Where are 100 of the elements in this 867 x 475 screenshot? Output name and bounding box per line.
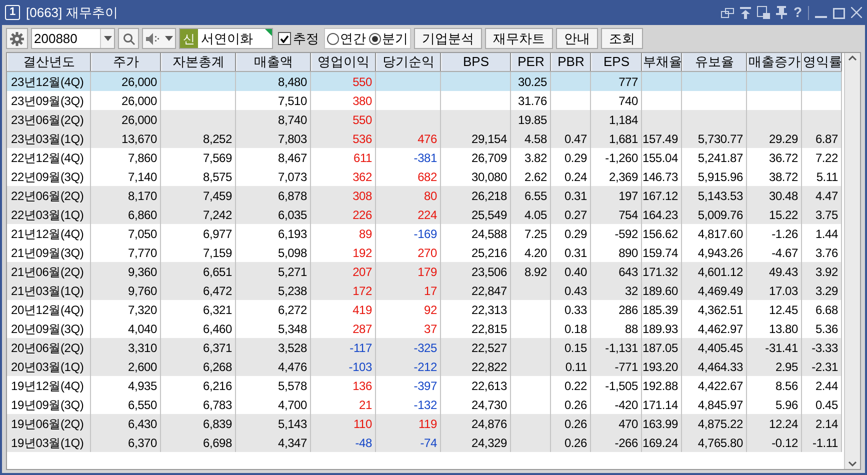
table-cell-text: 169.24 [642, 434, 678, 452]
table-row[interactable]: 19년06월(2Q) 6,430 6,839 5,143 110 119 24,876 0.26 470 163.99 4,875.22 12.24 2.14 [7, 414, 842, 433]
column-header[interactable]: 주가 [91, 53, 161, 71]
table-cell-text: 2.44 [815, 378, 838, 394]
toolbar-button[interactable]: 기업분석 [414, 28, 482, 49]
table-row[interactable]: 22년06월(2Q) 8,170 7,459 6,878 308 80 26,218 6.55 0.31 197 167.12 5,143.53 30.48 4.47 [7, 186, 842, 205]
table-cell-text: 23년09월(3Q) [11, 92, 84, 110]
scroll-up-icon[interactable] [848, 55, 857, 61]
scroll-down-icon[interactable] [848, 461, 857, 467]
column-header[interactable]: 결산년도 [7, 53, 91, 71]
table-cell-text: 0.43 [564, 282, 587, 300]
column-header[interactable]: EPS [591, 53, 642, 71]
maximize-icon[interactable] [833, 6, 845, 18]
table-cell-text: 5,238 [278, 282, 307, 300]
table-cell-text: 49.43 [768, 264, 798, 280]
table-cell-text: 7,140 [128, 168, 157, 186]
table-cell-text: 22년09월(3Q) [11, 168, 84, 186]
lock-window-icon[interactable] [757, 6, 770, 19]
table-cell-text: 286 [618, 302, 638, 318]
table-row[interactable]: 20년06월(2Q) 3,310 6,371 3,528 -117 -325 22,527 0.15 -1,131 187.05 4,405.45 -31.41 -3.33 [7, 338, 842, 357]
caret-icon [165, 36, 173, 41]
top-arrow-icon[interactable] [740, 6, 752, 18]
table-cell-text: 0.45 [815, 396, 838, 414]
table-cell-text: 6,430 [128, 416, 157, 432]
table-cell-text: 5,143 [278, 416, 307, 432]
column-header[interactable]: 자본총계 [161, 53, 236, 71]
table-cell-text: 23년06월(2Q) [11, 112, 84, 128]
table-cell-text: 5.96 [775, 396, 798, 414]
table-cell-text: 740 [618, 92, 638, 110]
table-cell-text: 2.14 [815, 416, 838, 432]
table-cell-text: 5,730.77 [698, 130, 743, 148]
table-cell-text: -48 [355, 434, 372, 452]
estimate-checkbox[interactable]: 추정 [276, 28, 321, 48]
table-cell-text: 92 [424, 302, 437, 318]
help-button[interactable]: ? [793, 2, 802, 23]
table-cell-text: 550 [352, 112, 372, 128]
column-header[interactable]: 영익률 [802, 53, 842, 71]
table-cell-text: 185.39 [642, 302, 678, 318]
table-cell-text: 155.04 [642, 150, 678, 166]
table-cell-text: 25,216 [471, 244, 507, 262]
column-header[interactable]: BPS [441, 53, 511, 71]
table-cell-text: 7,320 [128, 302, 157, 318]
table-cell-text: 21년03월(1Q) [11, 282, 84, 300]
table-cell-text: 754 [618, 206, 638, 224]
table-row[interactable]: 19년03월(1Q) 6,370 6,698 4,347 -48 -74 24,329 0.26 -266 169.24 4,765.80 -0.12 -1.11 [7, 433, 842, 452]
column-header[interactable]: 부채율 [642, 53, 682, 71]
column-header[interactable]: 영업이익 [311, 53, 376, 71]
search-button[interactable] [118, 28, 139, 49]
table-cell-text: 6.68 [815, 302, 838, 318]
table-row[interactable]: 23년12월(4Q) 26,000 8,480 550 30.25 777 [7, 72, 842, 91]
table-cell-text: 22,822 [471, 358, 507, 376]
table-cell-text: 20년09월(3Q) [11, 320, 84, 338]
table-cell-text: 470 [618, 416, 638, 432]
table-cell-text: 362 [352, 168, 372, 186]
table-cell-text: 7.22 [815, 150, 838, 166]
table-cell-text: 3,310 [128, 340, 157, 356]
table-row[interactable]: 21년03월(1Q) 9,760 6,472 5,238 172 17 22,847 0.43 32 189.60 4,469.49 17.03 3.29 [7, 281, 842, 300]
column-header[interactable]: 당기순익 [376, 53, 441, 71]
table-row[interactable]: 23년06월(2Q) 26,000 8,740 550 19.85 1,184 [7, 110, 842, 129]
search-icon [122, 32, 134, 44]
table-cell-text: 6,272 [278, 302, 307, 318]
period-radio[interactable]: 연간 [327, 28, 366, 48]
stock-code-field[interactable]: 200880 [31, 28, 115, 49]
toolbar-button[interactable]: 안내 [556, 28, 598, 49]
table-cell-text: 0.24 [564, 168, 587, 186]
table-row[interactable]: 22년03월(1Q) 6,860 7,242 6,035 226 224 25,549 4.05 0.27 754 164.23 5,009.76 15.22 3.75 [7, 205, 842, 224]
table-cell-text: 4.47 [815, 188, 838, 204]
table-cell-text: 0.40 [564, 264, 587, 280]
column-header[interactable]: 매출증가 [747, 53, 802, 71]
table-cell-text: 0.29 [564, 226, 587, 242]
table-row[interactable]: 21년06월(2Q) 9,360 6,651 5,271 207 179 23,506 8.92 0.40 643 171.32 4,601.12 49.43 3.92 [7, 262, 842, 281]
table-cell-text: 4,817.60 [698, 226, 743, 242]
column-header[interactable]: PBR [551, 53, 591, 71]
windows-icon[interactable] [721, 6, 734, 18]
table-row[interactable]: 20년03월(1Q) 2,600 6,268 4,476 -103 -212 22,822 0.11 -771 193.20 4,464.33 2.95 -2.31 [7, 357, 842, 376]
column-header[interactable]: PER [511, 53, 551, 71]
close-icon[interactable] [851, 7, 862, 18]
company-field[interactable]: 신 서연이화 [179, 28, 273, 49]
table-cell-text: 4.20 [524, 244, 547, 262]
speaker-dropdown[interactable] [142, 28, 176, 49]
table-cell-text: 171.14 [642, 396, 678, 414]
table-cell-text: 6,977 [202, 226, 232, 242]
table-cell-text: 5,915.96 [698, 168, 743, 186]
table-cell-text: 30.25 [518, 74, 547, 90]
settings-button[interactable] [6, 28, 28, 49]
pin-icon[interactable] [776, 6, 788, 19]
table-cell-text: 536 [352, 130, 372, 148]
table-cell-text: 7.25 [524, 226, 547, 242]
table-row[interactable]: 23년03월(1Q) 13,670 8,252 7,803 536 476 29,154 4.58 0.47 1,681 157.49 5,730.77 29.29 6.87 [7, 129, 842, 148]
scrollbar[interactable] [844, 53, 860, 469]
column-header[interactable]: 매출액 [236, 53, 311, 71]
table-cell-text: 226 [352, 206, 372, 224]
table-cell-text: 1,184 [608, 112, 638, 128]
table-cell-text: 6,268 [202, 358, 232, 376]
table-cell-text: 163.99 [642, 416, 678, 432]
table-cell-text: 136 [352, 378, 372, 394]
period-radio[interactable]: 분기 [369, 28, 408, 48]
toolbar-button[interactable]: 재무차트 [485, 28, 553, 49]
toolbar-button[interactable]: 조회 [601, 28, 643, 49]
column-header[interactable]: 유보율 [682, 53, 747, 71]
